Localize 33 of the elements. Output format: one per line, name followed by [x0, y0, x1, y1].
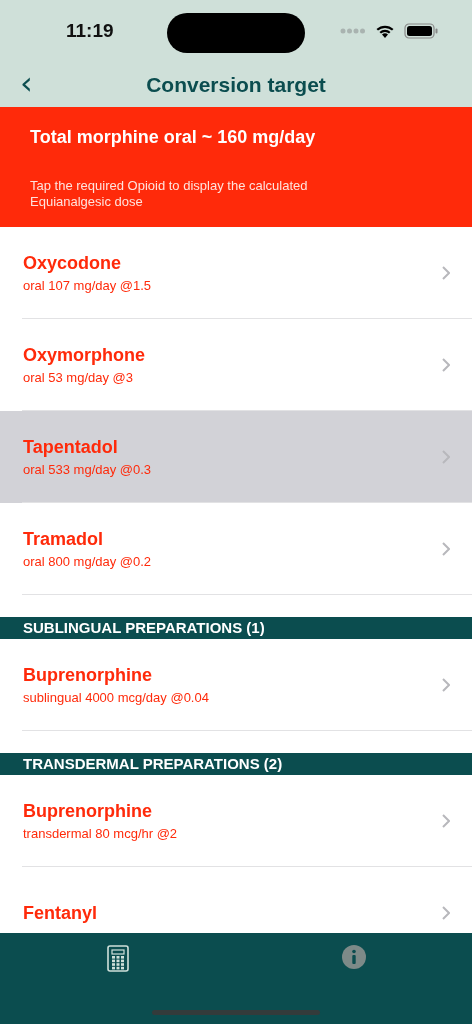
opioid-name: Tapentadol	[23, 437, 119, 458]
status-time: 11:19	[66, 20, 114, 42]
back-button[interactable]: ‹	[14, 68, 39, 98]
chevron-icon	[442, 814, 450, 828]
dose-detail: oral 107 mg/day @1.5	[23, 278, 152, 293]
opioid-name: Buprenorphine	[23, 801, 153, 822]
total-dose: Total morphine oral ~ 160 mg/day	[30, 127, 317, 148]
dose-detail: transdermal 80 mcg/hr @2	[23, 826, 178, 841]
instruction-text: Tap the required Opioid to display the calculated Equianalgesic dose	[30, 178, 309, 210]
opioid-name: Buprenorphine	[23, 665, 153, 686]
dose-detail: oral 53 mg/day @3	[23, 370, 135, 385]
dose-detail: oral 533 mg/day @0.3	[23, 462, 152, 477]
opioid-name: Oxymorphone	[23, 345, 146, 366]
screen-title: Conversion target	[146, 72, 326, 97]
section-header: SUBLINGUAL PREPARATIONS (1)	[0, 617, 472, 639]
chevron-icon	[442, 450, 450, 464]
dose-detail: sublingual 4000 mcg/day @0.04	[23, 690, 209, 705]
opioid-name: Fentanyl	[23, 902, 97, 924]
chevron-icon	[442, 906, 450, 920]
chevron-icon	[442, 266, 450, 280]
opioid-name: Tramadol	[23, 529, 105, 550]
chevron-icon	[442, 678, 450, 692]
signal-icon	[340, 28, 366, 34]
chevron-icon	[442, 358, 450, 372]
chevron-icon	[442, 542, 450, 556]
dose-detail: oral 800 mg/day @0.2	[23, 554, 152, 569]
opioid-name: Oxycodone	[23, 253, 123, 274]
wifi-icon	[375, 23, 395, 39]
battery-icon	[404, 23, 438, 39]
info-icon	[341, 945, 366, 969]
opioid-row[interactable]: Tapentadol oral 533 mg/day @0.3	[0, 411, 472, 503]
calculator-icon	[106, 945, 129, 972]
section-header: TRANSDERMAL PREPARATIONS (2)	[0, 753, 472, 775]
